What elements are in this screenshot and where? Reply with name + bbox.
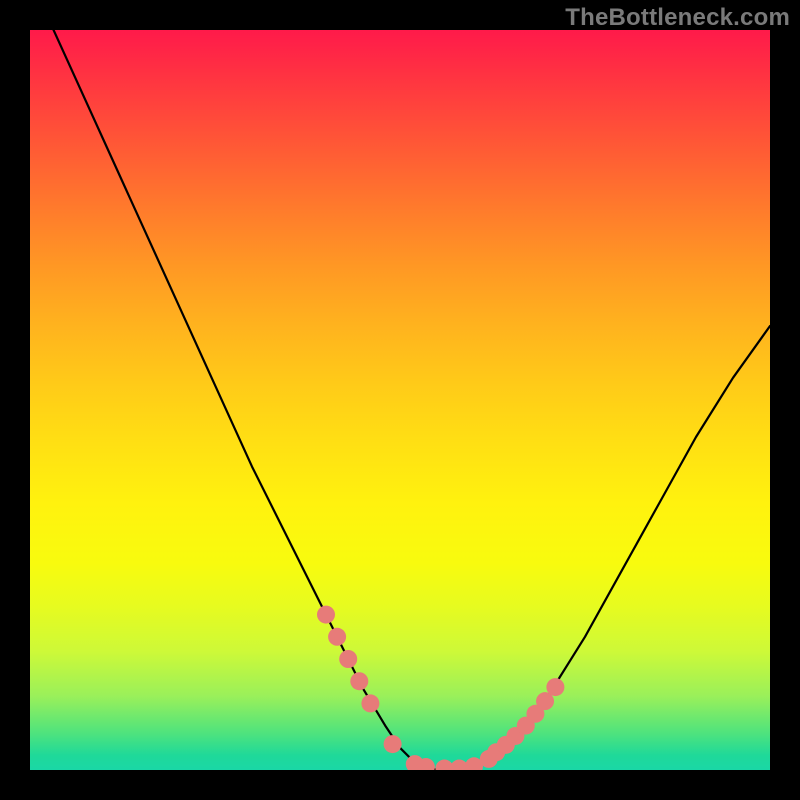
- curve-line: [30, 30, 770, 770]
- curve-svg: [30, 30, 770, 770]
- marker-dot: [361, 694, 379, 712]
- chart-frame: TheBottleneck.com: [0, 0, 800, 800]
- marker-dot: [384, 735, 402, 753]
- marker-dot: [350, 672, 368, 690]
- plot-area: [30, 30, 770, 770]
- marker-dots: [317, 606, 564, 770]
- marker-dot: [317, 606, 335, 624]
- marker-dot: [339, 650, 357, 668]
- marker-dot: [546, 678, 564, 696]
- marker-dot: [328, 628, 346, 646]
- watermark-text: TheBottleneck.com: [565, 4, 790, 32]
